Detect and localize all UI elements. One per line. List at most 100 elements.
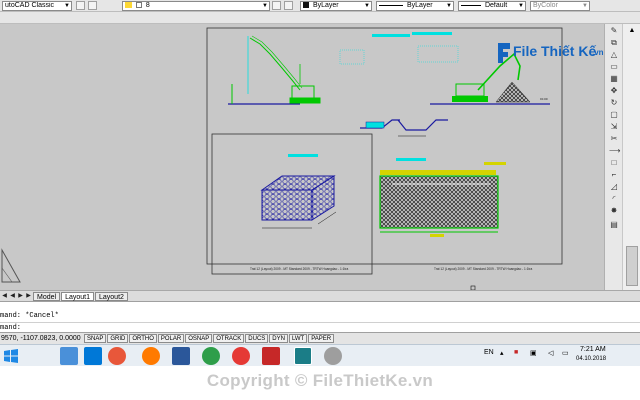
word-icon[interactable] — [172, 347, 190, 365]
vertical-scrollbar[interactable]: ▲ — [622, 24, 640, 290]
chamfer-icon[interactable]: ◿ — [609, 182, 619, 192]
chrome-icon[interactable] — [232, 347, 250, 365]
lightbulb-icon — [125, 2, 132, 9]
break-icon[interactable]: □ — [609, 158, 619, 168]
chevron-down-icon: ▼ — [364, 3, 370, 9]
osnap-toggle[interactable]: OSNAP — [185, 334, 213, 343]
language-indicator[interactable]: EN — [484, 349, 494, 356]
move-icon[interactable]: ✥ — [609, 86, 619, 96]
lineweight-preview — [461, 4, 481, 6]
logo-mark-icon — [498, 43, 510, 63]
linetype-preview — [379, 4, 403, 6]
layer-select[interactable]: 8 ▼ — [122, 1, 270, 11]
chevron-down-icon: ▼ — [446, 3, 452, 9]
clock-time[interactable]: 7:21 AM — [580, 346, 606, 353]
mirror-icon[interactable]: △ — [609, 50, 619, 60]
layer-previous-button[interactable] — [284, 1, 293, 10]
scroll-up-icon[interactable]: ▲ — [627, 26, 637, 36]
lwt-toggle[interactable]: LWT — [288, 334, 308, 343]
fillet-icon[interactable]: ◜ — [609, 194, 619, 204]
color-select-value: ByLayer — [312, 2, 339, 9]
properties-toolbar: utoCAD Classic ▼ 8 ▼ ByLayer ▼ ByLayer ▼… — [0, 0, 640, 12]
trench-section — [360, 119, 448, 137]
command-input[interactable]: mand: — [0, 322, 640, 332]
tab-layout2[interactable]: Layout2 — [95, 291, 128, 301]
drawing-canvas[interactable]: ±0.00 Trat 12 (Layout) 2009 - MT Standar… — [0, 24, 604, 290]
tab-layout1[interactable]: Layout1 — [61, 291, 94, 301]
file-explorer-icon[interactable] — [60, 347, 78, 365]
action-center-icon[interactable]: ▭ — [562, 349, 569, 357]
volume-tray-icon[interactable]: ◁ — [548, 349, 553, 357]
prev-tab-icon[interactable]: ◀ — [9, 293, 16, 300]
outlook-icon[interactable] — [84, 347, 102, 365]
scrollbar-thumb[interactable] — [626, 246, 638, 286]
workspace-settings-button[interactable] — [76, 1, 85, 10]
logo-suffix-text: .vn — [592, 48, 604, 57]
layer-select-value: 8 — [145, 2, 150, 9]
security-tray-icon[interactable]: ■ — [514, 349, 518, 356]
firefox-icon[interactable] — [142, 347, 160, 365]
layer-manager-button[interactable] — [88, 1, 97, 10]
scale-icon[interactable]: ▢ — [609, 110, 619, 120]
lineweight-select[interactable]: Default ▼ — [458, 1, 526, 11]
array-icon[interactable]: ▦ — [609, 74, 619, 84]
stretch-icon[interactable]: ⇲ — [609, 122, 619, 132]
standard-toolbar — [0, 12, 640, 24]
otrack-toggle[interactable]: OTRACK — [213, 334, 245, 343]
offset-icon[interactable]: ▭ — [609, 62, 619, 72]
paint-icon[interactable] — [324, 347, 342, 365]
lineweight-select-value: Default — [484, 2, 508, 9]
workspace-select[interactable]: utoCAD Classic ▼ — [2, 1, 72, 11]
media-player-icon[interactable] — [108, 347, 126, 365]
site-logo: File Thiết Kế .vn — [496, 40, 604, 66]
ducs-toggle[interactable]: DUCS — [245, 334, 269, 343]
workspace-select-value: utoCAD Classic — [5, 2, 55, 9]
logo-brand-text: File Thiết Kế — [513, 43, 597, 59]
linetype-select[interactable]: ByLayer ▼ — [376, 1, 454, 11]
plotstyle-select[interactable]: ByColor ▼ — [530, 1, 590, 11]
command-history-line: mand: *Cancel* — [0, 312, 59, 320]
color-select[interactable]: ByLayer ▼ — [300, 1, 372, 11]
make-current-layer-button[interactable] — [272, 1, 281, 10]
erase-icon[interactable]: ✎ — [609, 26, 619, 36]
clock-date[interactable]: 04.10.2018 — [576, 356, 606, 362]
dyn-toggle[interactable]: DYN — [269, 334, 288, 343]
first-tab-icon[interactable]: ◀ — [1, 293, 8, 300]
crane-illustration — [228, 34, 410, 105]
drawing-note-right: Trat 12 (Layout) 2009 - MT Standard 2009… — [434, 267, 532, 271]
polar-toggle[interactable]: POLAR — [157, 334, 185, 343]
coordinate-readout: 9570, -1107.0823, 0.0000 — [1, 335, 81, 342]
last-tab-icon[interactable]: ▶ — [25, 293, 32, 300]
join-icon[interactable]: ⌐ — [609, 170, 619, 180]
copy-icon[interactable]: ⧉ — [609, 38, 619, 48]
chevron-down-icon: ▼ — [64, 3, 70, 9]
windows-start-icon[interactable] — [2, 347, 20, 365]
gabion-3d-box — [260, 154, 337, 229]
greenshot-icon[interactable] — [202, 347, 220, 365]
autocad-window: utoCAD Classic ▼ 8 ▼ ByLayer ▼ ByLayer ▼… — [0, 0, 640, 400]
linetype-select-value: ByLayer — [406, 2, 433, 9]
properties-icon[interactable]: ▤ — [609, 220, 619, 230]
next-tab-icon[interactable]: ▶ — [17, 293, 24, 300]
svg-text:±0.00: ±0.00 — [540, 97, 548, 101]
network-tray-icon[interactable]: ▣ — [530, 349, 537, 357]
autocad-taskbar-icon[interactable] — [294, 347, 312, 365]
chevron-down-icon: ▼ — [582, 3, 588, 9]
tab-model[interactable]: Model — [33, 291, 61, 301]
explode-icon[interactable]: ✸ — [609, 206, 619, 216]
extend-icon[interactable]: ⟶ — [609, 146, 620, 156]
snap-toggle[interactable]: SNAP — [84, 334, 107, 343]
layout-tabs-bar: ◀ ◀ ▶ ▶ Model Layout1 Layout2 — [0, 290, 640, 301]
drawing-note-left: Trat 12 (Layout) 2009 - MT Standard 2009… — [250, 267, 348, 271]
grid-toggle[interactable]: GRID — [107, 334, 129, 343]
foxit-reader-icon[interactable] — [262, 347, 280, 365]
plotstyle-select-value: ByColor — [533, 2, 558, 9]
ucs-icon — [1, 248, 21, 283]
trim-icon[interactable]: ✂ — [609, 134, 619, 144]
status-bar: 9570, -1107.0823, 0.0000 SNAP GRID ORTHO… — [0, 332, 640, 344]
ortho-toggle[interactable]: ORTHO — [129, 334, 157, 343]
tray-chevron-icon[interactable]: ▴ — [500, 349, 504, 357]
command-line[interactable]: mand: *Cancel* mand: — [0, 301, 640, 332]
rotate-icon[interactable]: ↻ — [609, 98, 619, 108]
paper-toggle[interactable]: PAPER — [308, 334, 335, 343]
